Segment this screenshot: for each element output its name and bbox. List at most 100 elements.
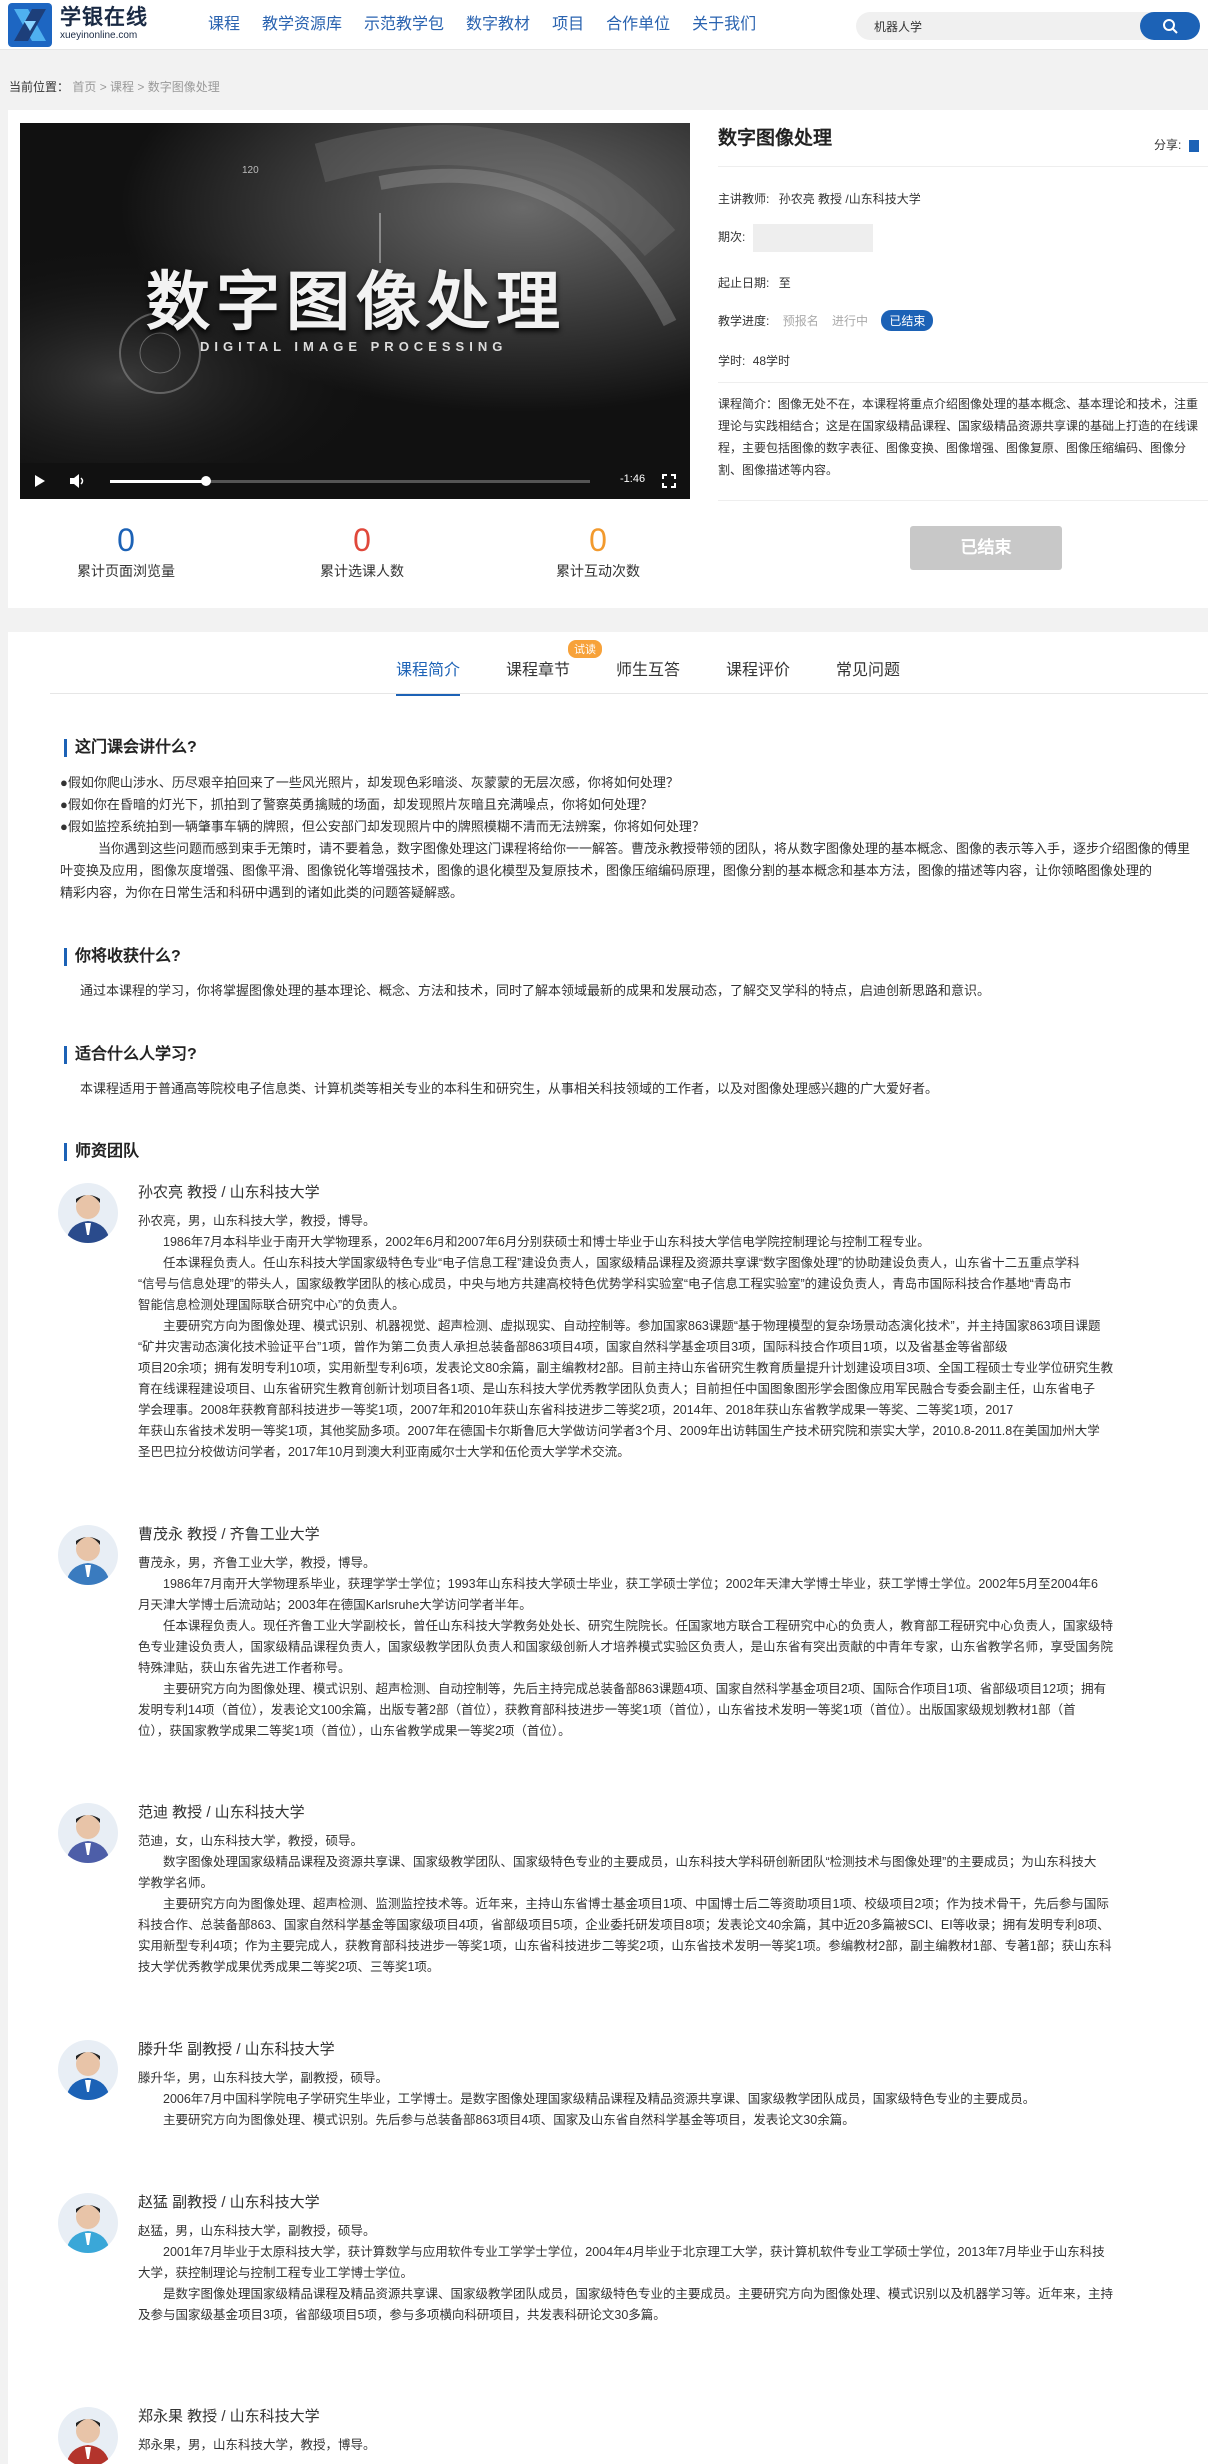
- bio-line: 孙农亮，男，山东科技大学，教授，博导。: [138, 1214, 376, 1228]
- tab-bar: 课程简介 课程章节 师生互答 课程评价 常见问题: [50, 648, 1208, 696]
- period-select[interactable]: [752, 224, 873, 252]
- period-row: 期次:: [718, 224, 873, 252]
- bio-line: “信号与信息处理”的带头人，国家级教学团队的核心成员，中央与地方共建高校特色优势…: [138, 1277, 1072, 1291]
- bio-line: 主要研究方向为图像处理、模式识别、超声检测、自动控制等，先后主持完成总装备部86…: [138, 1682, 1107, 1696]
- teacher-name[interactable]: 范迪 教授 / 山东科技大学: [138, 1801, 305, 1822]
- teacher-bio: 孙农亮，男，山东科技大学，教授，博导。 1986年7月本科毕业于南开大学物理系，…: [138, 1211, 1208, 1463]
- divider: [718, 166, 1208, 167]
- video-progress-track[interactable]: [110, 476, 590, 486]
- play-icon[interactable]: [34, 475, 46, 487]
- step-preregister: 预报名: [782, 314, 819, 328]
- nav-item-about[interactable]: 关于我们: [692, 0, 756, 50]
- section-title: 这门课会讲什么?: [64, 739, 197, 757]
- logo-icon[interactable]: [8, 3, 52, 47]
- person-icon: [58, 1803, 118, 1863]
- bio-line: 郑永果，男，山东科技大学，教授，博导。: [138, 2438, 376, 2452]
- bio-line: 主要研究方向为图像处理、模式识别。先后参与总装备部863项目4项、国家及山东省自…: [138, 2113, 855, 2127]
- date-value: 至: [778, 276, 791, 290]
- bio-line: 2001年7月毕业于太原科技大学，获计算数学与应用软件专业工学学士学位，2004…: [138, 2245, 1105, 2259]
- date-label: 起止日期:: [718, 276, 770, 290]
- nav-item-projects[interactable]: 项目: [552, 0, 584, 50]
- teacher-name[interactable]: 郑永果 教授 / 山东科技大学: [138, 2405, 320, 2426]
- person-icon: [58, 1183, 118, 1243]
- course-info: 数字图像处理: [718, 124, 1208, 154]
- video-controls: -1:46: [20, 463, 690, 499]
- list-item: ●假如你在昏暗的灯光下，抓拍到了警察英勇擒贼的场面，却发现照片灰暗且充满噪点，你…: [60, 797, 653, 812]
- bio-line: 项目20余项；拥有发明专利10项，实用新型专利6项，发表论文80余篇，副主编教材…: [138, 1361, 1114, 1375]
- bio-line: 是数字图像处理国家级精品课程及精品资源共享课、国家级教学团队成员，国家级特色专业…: [138, 2287, 1114, 2301]
- teacher-name[interactable]: 曹茂永 教授 / 齐鲁工业大学: [138, 1523, 320, 1544]
- bio-line: 发明专利14项（首位），发表论文100余篇，出版专著2部（首位），获教育部科技进…: [138, 1703, 1076, 1717]
- tab-intro[interactable]: 课程简介: [396, 648, 461, 696]
- bio-line: 实用新型专利4项；作为主要完成人，获教育部科技进步一等奖1项，山东省科技进步二等…: [138, 1939, 1112, 1953]
- tab-qa[interactable]: 师生互答: [616, 648, 680, 694]
- tab-chapters[interactable]: 课程章节: [506, 648, 570, 694]
- bio-line: 曹茂永，男，齐鲁工业大学，教授，博导。: [138, 1556, 376, 1570]
- hours-value: 48学时: [752, 354, 791, 368]
- teacher-bio: 郑永果，男，山东科技大学，教授，博导。: [138, 2435, 1208, 2456]
- section-paragraph: 本课程适用于普通高等院校电子信息类、计算机类等相关专业的本科生和研究生，从事相关…: [80, 1081, 939, 1096]
- paragraph-line: 精彩内容，为你在日常生活和科研中遇到的诸如此类的问题答疑解惑。: [60, 885, 464, 900]
- logo-title: 学银在线: [60, 6, 148, 29]
- bio-line: 及参与国家级基金项目3项，省部级项目5项，参与多项横向科研项目，共发表科研论文3…: [138, 2308, 666, 2322]
- course-ended-button[interactable]: 已结束: [910, 526, 1062, 570]
- breadcrumb: 当前位置： 首页 > 课程 > 数字图像处理: [9, 78, 220, 95]
- bio-line: 年获山东省技术发明一等奖1项，其他奖励多项。2007年在德国卡尔斯鲁厄大学做访问…: [138, 1424, 1100, 1438]
- fullscreen-icon[interactable]: [662, 474, 676, 488]
- bio-line: 主要研究方向为图像处理、模式识别、机器视觉、超声检测、虚拟现实、自动控制等。参加…: [138, 1319, 1101, 1333]
- volume-icon[interactable]: [70, 474, 86, 488]
- bio-line: 1986年7月南开大学物理系毕业，获理学学士学位；1993年山东科技大学硕士毕业…: [138, 1577, 1098, 1591]
- teacher-name[interactable]: 孙农亮 教授 / 山东科技大学: [138, 1181, 320, 1202]
- progress-row: 教学进度: 预报名 进行中 已结束: [718, 310, 934, 331]
- course-intro: 课程简介：图像无处不在，本课程将重点介绍图像处理的基本概念、基本理论和技术，注重…: [718, 397, 1199, 477]
- video-progress-handle[interactable]: [201, 476, 211, 486]
- step-in-progress: 进行中: [832, 314, 869, 328]
- bio-line: 赵猛，男，山东科技大学，副教授，硕导。: [138, 2224, 376, 2238]
- nav-item-demo-package[interactable]: 示范教学包: [364, 0, 444, 50]
- bio-line: 滕升华，男，山东科技大学，副教授，硕导。: [138, 2071, 389, 2085]
- bio-line: 任本课程负责人。任山东科技大学国家级特色专业“电子信息工程”建设负责人，国家级精…: [138, 1256, 1080, 1270]
- paragraph-line: 当你遇到这些问题而感到束手无策时，请不要着急，数字图像处理这门课程将给你一一解答…: [98, 841, 1191, 856]
- trial-badge: 试读: [568, 640, 602, 658]
- tab-faq[interactable]: 常见问题: [836, 648, 900, 694]
- nav-item-partners[interactable]: 合作单位: [606, 0, 670, 50]
- hours-row: 学时: 48学时: [718, 352, 790, 369]
- paragraph-line: 叶变换及应用，图像灰度增强、图像平滑、图像锐化等增强技术，图像的退化模型及复原技…: [60, 863, 1153, 878]
- video-time: -1:46: [620, 473, 646, 485]
- teacher-row: 主讲教师: 孙农亮 教授 /山东科技大学: [718, 190, 921, 207]
- share-icon[interactable]: [1188, 139, 1199, 152]
- section-title: 你将收获什么?: [64, 948, 181, 966]
- nav-item-courses[interactable]: 课程: [208, 0, 240, 50]
- teacher-avatar: [58, 2193, 118, 2253]
- logo-text[interactable]: 学银在线 xueyinonline.com: [60, 6, 148, 42]
- course-detail-panel: [8, 632, 1208, 2464]
- teacher-bio: 曹茂永，男，齐鲁工业大学，教授，博导。 1986年7月南开大学物理系毕业，获理学…: [138, 1553, 1208, 1742]
- stat-enrollments: 0 累计选课人数: [262, 520, 462, 582]
- stat-value: 0: [117, 522, 135, 558]
- bio-line: 数字图像处理国家级精品课程及资源共享课、国家级教学团队、国家级特色专业的主要成员…: [138, 1855, 1097, 1869]
- tab-reviews[interactable]: 课程评价: [726, 648, 790, 694]
- breadcrumb-path[interactable]: 首页 > 课程 > 数字图像处理: [72, 80, 219, 94]
- teacher-avatar: [58, 2040, 118, 2100]
- bio-line: 范迪，女，山东科技大学，教授，硕导。: [138, 1834, 364, 1848]
- list-item: ●假如你爬山涉水、历尽艰辛拍回来了一些风光照片，却发现色彩暗淡、灰蒙蒙的无层次感…: [60, 775, 679, 790]
- stat-label: 累计页面浏览量: [77, 563, 175, 579]
- nav-item-resources[interactable]: 教学资源库: [262, 0, 342, 50]
- bio-line: 1986年7月本科毕业于南开大学物理系，2002年6月和2007年6月分别获硕士…: [138, 1235, 930, 1249]
- nav-item-textbooks[interactable]: 数字教材: [466, 0, 530, 50]
- bio-line: 学教学名师。: [138, 1876, 214, 1890]
- hours-label: 学时:: [718, 354, 746, 368]
- bio-line: 育在线课程建设项目、山东省研究生教育创新计划项目各1项、是山东科技大学优秀教学团…: [138, 1382, 1095, 1396]
- teacher-name[interactable]: 赵猛 副教授 / 山东科技大学: [138, 2191, 320, 2212]
- bio-line: 科技合作、总装备部863、国家自然科学基金等国家级项目4项，省部级项目5项，企业…: [138, 1918, 1110, 1932]
- search-input[interactable]: [856, 12, 1146, 40]
- progress-label: 教学进度:: [718, 314, 770, 328]
- search-button[interactable]: [1140, 12, 1200, 40]
- bio-line: 色专业建设负责人，国家级精品课程负责人，国家级教学团队负责人和国家级创新人才培养…: [138, 1640, 1114, 1654]
- teacher-bio: 滕升华，男，山东科技大学，副教授，硕导。 2006年7月中国科学院电子学研究生毕…: [138, 2068, 1208, 2131]
- teacher-avatar: [58, 2407, 118, 2464]
- teacher-name[interactable]: 滕升华 副教授 / 山东科技大学: [138, 2038, 335, 2059]
- bio-line: “矿井灾害动态演化技术验证平台”1项，曾作为第二负责人承担总装备部863项目4项…: [138, 1340, 1008, 1354]
- bio-line: 主要研究方向为图像处理、超声检测、监测监控技术等。近年来，主持山东省博士基金项目…: [138, 1897, 1109, 1911]
- video-player[interactable]: 120 数字图像处理 DIGITAL IMAGE PROCESSING -1:4…: [20, 123, 690, 499]
